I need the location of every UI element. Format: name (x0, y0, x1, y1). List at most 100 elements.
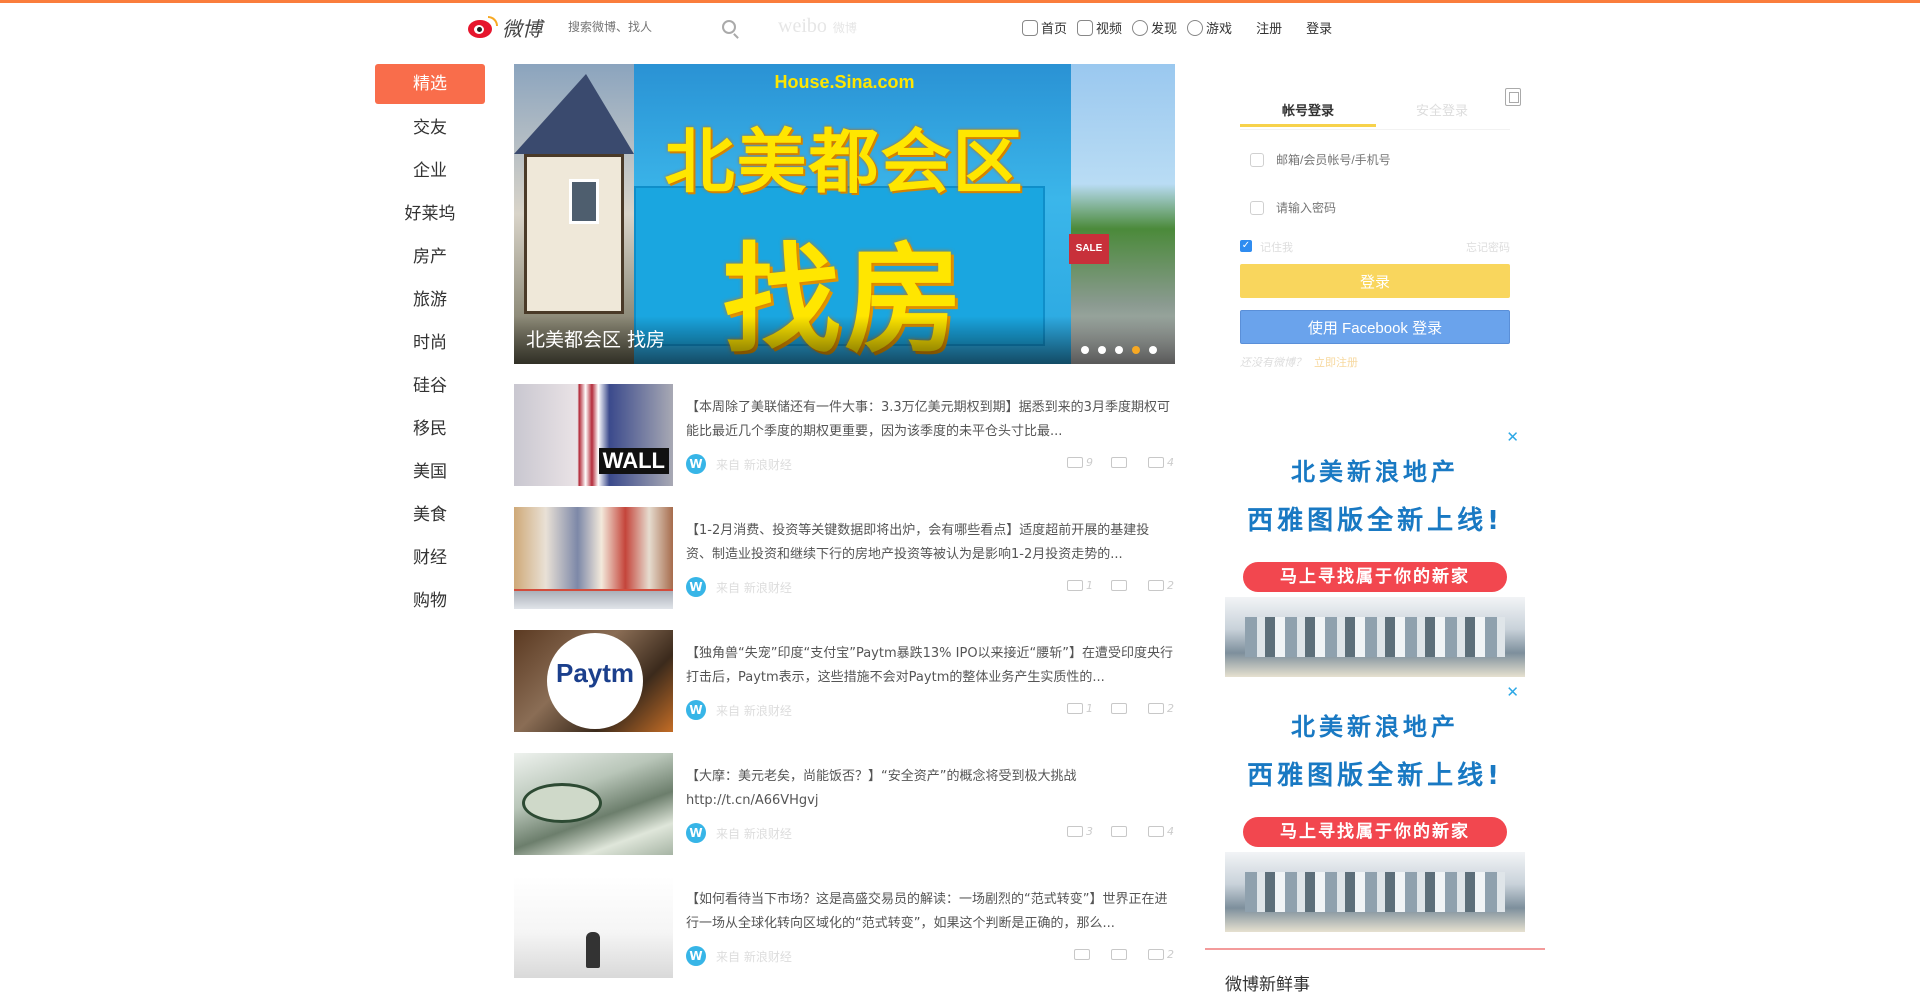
sidebar-item-shopping[interactable]: 购物 (375, 580, 485, 623)
share-button[interactable]: 9 (1067, 456, 1093, 469)
like-button[interactable]: 2 (1148, 579, 1174, 592)
sidebar-item-travel[interactable]: 旅游 (375, 279, 485, 322)
post-actions: 3 4 (1067, 825, 1174, 838)
post-text[interactable]: 【本周除了美联储还有一件大事：3.3万亿美元期权到期】据悉到来的3月季度期权可能… (686, 396, 1174, 444)
nav-login[interactable]: 登录 (1306, 18, 1332, 37)
comment-button[interactable] (1111, 825, 1130, 838)
featured-banner[interactable]: SALE House.Sina.com 北美都会区 找房 北美都会区 找房 (514, 64, 1175, 364)
like-button[interactable]: 2 (1148, 702, 1174, 715)
facebook-login-button[interactable]: 使用 Facebook 登录 (1240, 310, 1510, 344)
like-button[interactable]: 4 (1148, 456, 1174, 469)
carousel-dot[interactable] (1098, 346, 1106, 354)
comment-button[interactable] (1111, 579, 1130, 592)
carousel-dot-active[interactable] (1132, 346, 1140, 354)
ad-cta[interactable]: 马上寻找属于你的新家 (1243, 562, 1507, 592)
like-icon (1148, 703, 1164, 714)
post-text[interactable]: 【1-2月消费、投资等关键数据即将出炉，会有哪些看点】适度超前开展的基建投资、制… (686, 519, 1174, 567)
post-thumbnail[interactable] (514, 753, 673, 855)
tab-account-login[interactable]: 帐号登录 (1240, 100, 1376, 127)
post-thumbnail[interactable] (514, 876, 673, 978)
post-thumbnail[interactable]: Paytm (514, 630, 673, 732)
post-source: 来自 新浪财经 (716, 950, 792, 964)
comment-icon (1111, 826, 1127, 837)
tab-secure-login[interactable]: 安全登录 (1416, 100, 1468, 119)
feed-item[interactable]: WALL 【本周除了美联储还有一件大事：3.3万亿美元期权到期】据悉到来的3月季… (514, 384, 1175, 507)
nav-video[interactable]: 视频 (1077, 18, 1122, 37)
nav-game[interactable]: 游戏 (1187, 18, 1232, 37)
sidebar-item-featured[interactable]: 精选 (375, 64, 485, 104)
sidebar-item-dating[interactable]: 交友 (375, 107, 485, 150)
weibo-logo[interactable]: 微博 (468, 13, 542, 42)
comment-button[interactable] (1111, 702, 1130, 715)
verified-weibo-icon[interactable]: W (686, 577, 706, 597)
carousel-dot[interactable] (1115, 346, 1123, 354)
share-button[interactable]: 1 (1067, 702, 1093, 715)
verified-weibo-icon[interactable]: W (686, 946, 706, 966)
lock-icon (1250, 201, 1264, 215)
username-input[interactable] (1276, 153, 1496, 167)
register-link[interactable]: 立即注册 (1314, 356, 1358, 369)
verified-weibo-icon[interactable]: W (686, 700, 706, 720)
discover-icon (1132, 19, 1149, 36)
sidebar-item-silicon-valley[interactable]: 硅谷 (375, 365, 485, 408)
feed-item[interactable]: 【大摩：美元老矣，尚能饭否？】“安全资产”的概念将受到极大挑战 http://t… (514, 753, 1175, 876)
comment-button[interactable] (1111, 456, 1130, 469)
share-icon (1067, 703, 1083, 714)
password-input[interactable] (1276, 201, 1496, 215)
nav-home[interactable]: 首页 (1022, 18, 1067, 37)
ad-banner[interactable]: ✕ 北美新浪地产 西雅图版全新上线! 马上寻找属于你的新家 (1225, 687, 1525, 932)
sidebar-item-finance[interactable]: 财经 (375, 537, 485, 580)
remember-label: 记住我 (1260, 241, 1293, 254)
post-thumbnail[interactable]: WALL (514, 384, 673, 486)
carousel-dot[interactable] (1081, 346, 1089, 354)
share-icon (1067, 580, 1083, 591)
sidebar-item-fashion[interactable]: 时尚 (375, 322, 485, 365)
post-thumbnail[interactable] (514, 507, 673, 609)
remember-checkbox[interactable]: ✓ (1240, 240, 1252, 252)
sidebar-item-hollywood[interactable]: 好莱坞 (375, 193, 485, 236)
nav-video-label: 视频 (1096, 22, 1123, 37)
user-icon (1250, 153, 1264, 167)
ad-city-image (1225, 852, 1525, 932)
like-button[interactable]: 2 (1148, 948, 1174, 961)
sidebar-item-immigration[interactable]: 移民 (375, 408, 485, 451)
close-icon[interactable]: ✕ (1506, 432, 1519, 446)
like-button[interactable]: 4 (1148, 825, 1174, 838)
share-button[interactable]: 3 (1067, 825, 1093, 838)
search-icon[interactable] (722, 20, 736, 34)
forgot-password-link[interactable]: 忘记密码 (1466, 239, 1510, 255)
carousel-dot[interactable] (1149, 346, 1157, 354)
nav-discover[interactable]: 发现 (1132, 18, 1177, 37)
verified-weibo-icon[interactable]: W (686, 823, 706, 843)
sidebar-item-business[interactable]: 企业 (375, 150, 485, 193)
feed-item[interactable]: Paytm 【独角兽“失宠”印度“支付宝”Paytm暴跌13% IPO以来接近“… (514, 630, 1175, 753)
share-button[interactable] (1074, 948, 1093, 961)
search-input[interactable] (568, 20, 716, 34)
post-source: 来自 新浪财经 (716, 827, 792, 841)
login-button[interactable]: 登录 (1240, 264, 1510, 298)
post-source: 来自 新浪财经 (716, 458, 792, 472)
post-text[interactable]: 【大摩：美元老矣，尚能饭否？】“安全资产”的概念将受到极大挑战 http://t… (686, 765, 1174, 813)
comment-button[interactable] (1111, 948, 1130, 961)
close-icon[interactable]: ✕ (1506, 687, 1519, 701)
sidebar-item-realestate[interactable]: 房产 (375, 236, 485, 279)
feed-item[interactable]: 【1-2月消费、投资等关键数据即将出炉，会有哪些看点】适度超前开展的基建投资、制… (514, 507, 1175, 630)
post-text[interactable]: 【独角兽“失宠”印度“支付宝”Paytm暴跌13% IPO以来接近“腰斩”】在遭… (686, 642, 1174, 690)
share-button[interactable]: 1 (1067, 579, 1093, 592)
share-count: 3 (1086, 825, 1093, 838)
feed-item[interactable]: 【如何看待当下市场？这是高盛交易员的解读：一场剧烈的“范式转变”】世界正在进行一… (514, 876, 1175, 999)
post-text[interactable]: 【如何看待当下市场？这是高盛交易员的解读：一场剧烈的“范式转变”】世界正在进行一… (686, 888, 1174, 936)
qr-code-icon[interactable] (1505, 88, 1521, 106)
verified-weibo-icon[interactable]: W (686, 454, 706, 474)
share-icon (1067, 457, 1083, 468)
ad-banner[interactable]: ✕ 北美新浪地产 西雅图版全新上线! 马上寻找属于你的新家 (1225, 432, 1525, 677)
sidebar-item-usa[interactable]: 美国 (375, 451, 485, 494)
search-box (568, 14, 742, 40)
sidebar-item-food[interactable]: 美食 (375, 494, 485, 537)
nav-register[interactable]: 注册 (1256, 18, 1282, 37)
login-panel: 帐号登录 安全登录 ✓ 记住我 忘记密码 登录 使用 Facebook 登录 还… (1240, 88, 1521, 369)
share-count: 1 (1086, 702, 1093, 715)
thumb-label: Paytm (556, 658, 635, 688)
ad-cta[interactable]: 马上寻找属于你的新家 (1243, 817, 1507, 847)
category-sidebar: 精选 交友 企业 好莱坞 房产 旅游 时尚 硅谷 移民 美国 美食 财经 购物 (375, 64, 485, 623)
